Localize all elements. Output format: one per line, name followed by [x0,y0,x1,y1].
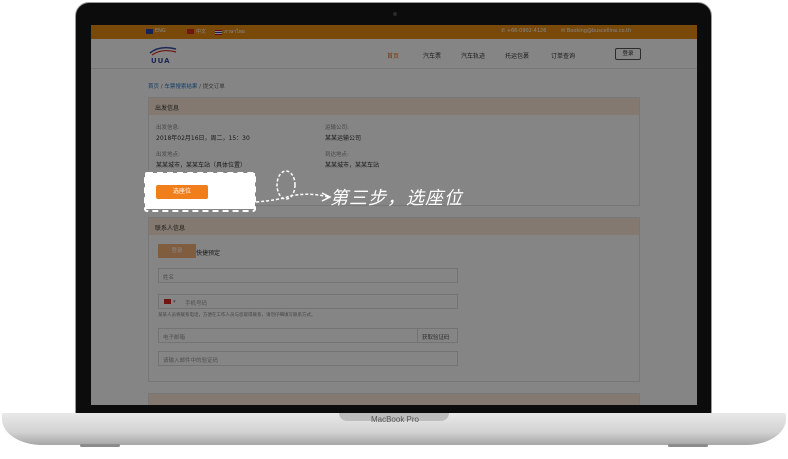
lang-label: ENG [155,28,166,34]
breadcrumb-sep: / [199,84,201,90]
origin-value: 某某城市，某某车站（具体位置） [156,162,247,169]
company-label: 运输公司: [325,125,349,131]
camera-icon [393,12,397,16]
contact-info-header: 联系人信息 [149,218,639,235]
th-flag-icon [215,29,222,35]
phone-note: 某某人员将联系电话，方便在工作人员与您取得联系，请勿仔细填写联系方式。 [158,313,316,318]
email-input[interactable]: 电子邮箱 [158,328,420,343]
code-input[interactable]: 请输入邮件中的验证码 [158,351,458,366]
breadcrumb-home[interactable]: 首页 [148,84,159,90]
depart-time-label: 出发信息: [156,125,180,131]
top-bar: ENG 中文 ภาษาไทย ✆ +66-0902-4126 ✉ Booking… [91,25,697,39]
nav-bus-tracks[interactable]: 汽车轨迹 [461,51,485,60]
lang-th[interactable]: ภาษาไทย [215,28,245,36]
breadcrumb-sep: / [160,84,163,90]
name-input[interactable]: 姓名 [158,268,458,283]
logo-text: UUA [151,57,171,65]
depart-time-value: 2018年02月16日，周二，15：30 [156,135,250,142]
lang-label: 中文 [196,29,207,35]
device-label: MacBook Pro [370,415,420,424]
country-code-dropdown[interactable]: ▾ [173,299,176,305]
arrow-icon [255,170,332,203]
destination-value: 某某城市，某某车站 [325,162,380,169]
trip-info-header: 出发信息 [149,98,639,115]
phone-placeholder: 手机号码 [185,301,208,307]
email-address: Booking@buscelline.co.th [566,28,632,34]
lang-eng[interactable]: ENG [146,28,166,34]
uk-flag-icon [146,28,153,34]
phone-number: +66-0902-4126 [506,28,547,34]
breadcrumb-search-results[interactable]: 车票搜索结果 [164,84,197,90]
breadcrumb-current: 提交订单 [202,84,225,90]
site-logo[interactable]: UUA [148,45,178,65]
cn-flag-icon [164,299,171,304]
contact-info-panel: 联系人信息 登录 快捷预定 姓名 ▾ 手机号码 某某人员将联系电话，方便在工作人… [148,217,640,382]
phone-contact[interactable]: ✆ +66-0902-4126 [501,28,546,34]
nav-order-query[interactable]: 订单查询 [551,51,575,60]
main-nav: UUA 首页 汽车票 汽车轨迹 托运包裹 订单查询 登录 [91,39,697,69]
focus-dashed-box [144,172,256,212]
quick-book-label: 快捷预定 [196,250,221,257]
email-contact[interactable]: ✉ Booking@buscelline.co.th [561,28,631,34]
laptop-mockup: ENG 中文 ภาษาไทย ✆ +66-0902-4126 ✉ Booking… [0,0,788,459]
get-code-button[interactable]: 获取验证码 [417,328,458,343]
destination-label: 到达地点: [325,152,349,158]
breadcrumb: 首页 / 车票搜索结果 / 提交订单 [148,82,225,90]
next-panel-header [149,394,639,405]
nav-parcel[interactable]: 托运包裹 [505,51,529,60]
next-panel [148,393,640,405]
phone-input[interactable]: ▾ 手机号码 [158,294,458,309]
nav-bus-tickets[interactable]: 汽车票 [423,51,441,60]
laptop-screen: ENG 中文 ภาษาไทย ✆ +66-0902-4126 ✉ Booking… [91,25,697,405]
step-annotation: 第三步，选座位 [330,188,463,209]
lang-zh[interactable]: 中文 [187,28,206,35]
cn-flag-icon [187,29,194,34]
laptop-foot [668,444,708,447]
lang-label: ภาษาไทย [224,29,245,35]
company-value: 某某运输公司 [325,135,362,142]
nav-home[interactable]: 首页 [387,51,399,60]
laptop-foot [80,444,120,447]
contact-login-button[interactable]: 登录 [158,244,196,258]
origin-label: 出发地点: [156,152,180,158]
login-button[interactable]: 登录 [615,48,641,60]
